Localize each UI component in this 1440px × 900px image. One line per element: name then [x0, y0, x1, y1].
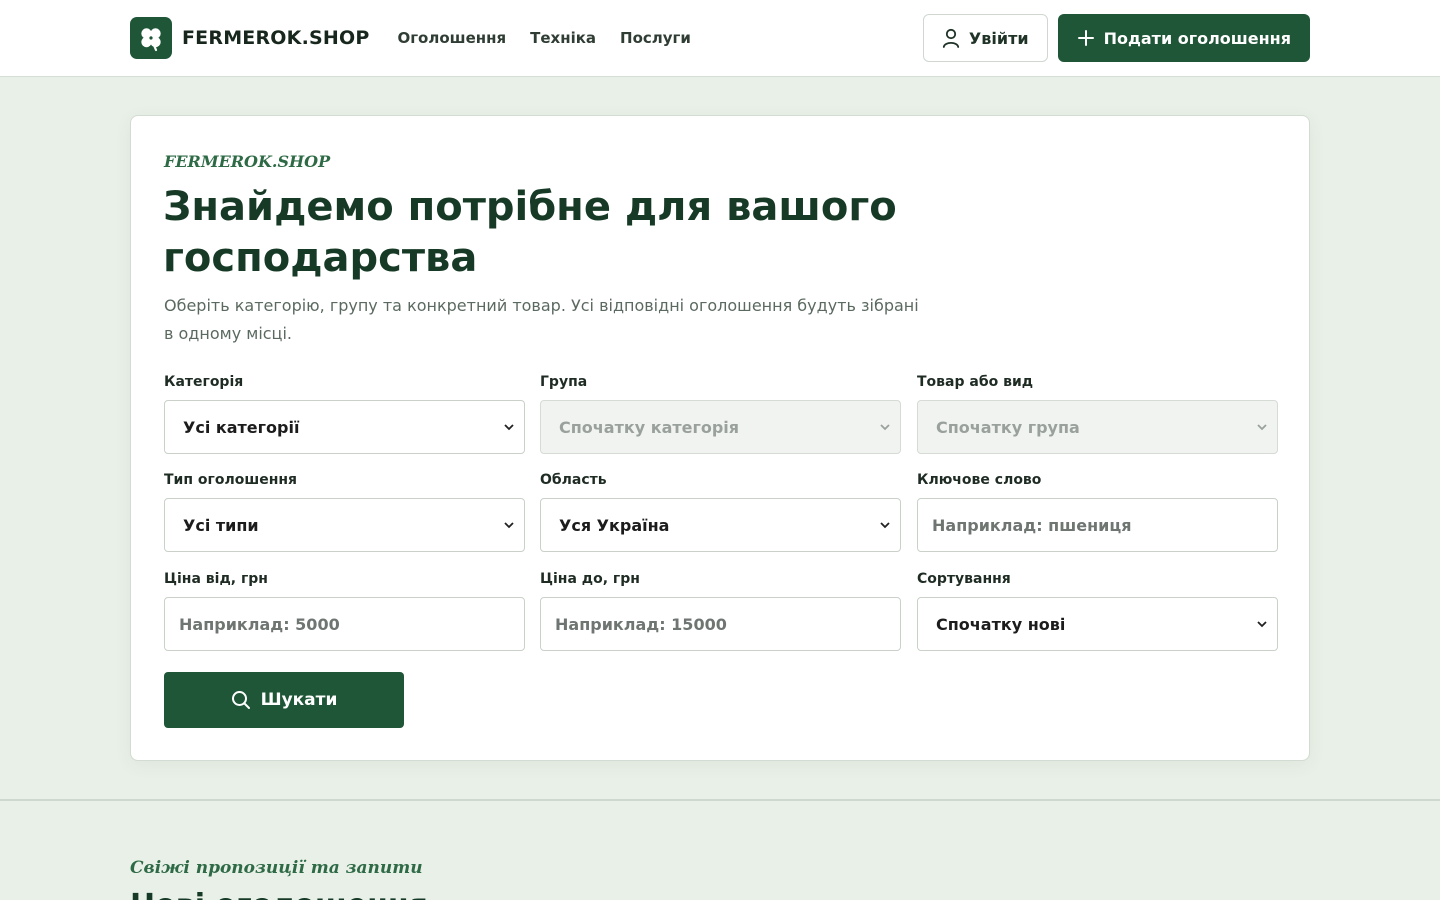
product-value: Спочатку група [936, 417, 1080, 437]
page-title: Знайдемо потрібне для вашого господарств… [163, 184, 897, 281]
search-card: FERMEROK.SHOP Знайдемо потрібне для вашо… [130, 115, 1310, 761]
main-nav: Оголошення Техніка Послуги [397, 29, 714, 47]
hero-eyebrow: FERMEROK.SHOP [164, 152, 331, 171]
keyword-input[interactable]: Наприклад: пшениця [917, 498, 1278, 552]
region-select[interactable]: Уся Україна [540, 498, 901, 552]
keyword-field: Ключове слово Наприклад: пшениця [917, 472, 1278, 552]
type-value: Усі типи [183, 515, 259, 535]
search-button[interactable]: Шукати [164, 672, 404, 728]
search-icon [231, 691, 250, 709]
nav-item-listings[interactable]: Оголошення [397, 29, 506, 47]
post-ad-button[interactable]: Подати оголошення [1057, 14, 1310, 62]
login-label: Увійти [968, 28, 1029, 48]
region-value: Уся Україна [559, 515, 670, 535]
keyword-label: Ключове слово [917, 472, 1042, 488]
type-field: Тип оголошення Усі типи [164, 472, 525, 552]
chevron-down-icon [504, 522, 514, 529]
category-select[interactable]: Усі категорії [164, 400, 525, 454]
header-left: FERMEROK.SHOP Оголошення Техніка Послуги [130, 17, 715, 59]
section-title: Нові оголошення [130, 888, 428, 900]
group-label: Група [540, 374, 588, 390]
brand-name: FERMEROK.SHOP [182, 27, 370, 49]
product-field: Товар або вид Спочатку група [917, 374, 1278, 454]
chevron-down-icon [880, 424, 890, 431]
search-label: Шукати [260, 690, 338, 710]
price-to-field: Ціна до, грн Наприклад: 15000 [540, 571, 901, 651]
sort-field: Сортування Спочатку нові [917, 571, 1278, 651]
keyword-placeholder: Наприклад: пшениця [932, 515, 1132, 535]
chevron-down-icon [1257, 621, 1267, 628]
site-header: FERMEROK.SHOP Оголошення Техніка Послуги… [0, 0, 1440, 77]
nav-item-services[interactable]: Послуги [620, 29, 691, 47]
chevron-down-icon [504, 424, 514, 431]
price-from-placeholder: Наприклад: 5000 [179, 614, 340, 634]
category-field: Категорія Усі категорії [164, 374, 525, 454]
region-field: Область Уся Україна [540, 472, 901, 552]
group-value: Спочатку категорія [559, 417, 740, 437]
group-select[interactable]: Спочатку категорія [540, 400, 901, 454]
section-eyebrow: Свіжі пропозиції та запити [130, 858, 423, 878]
product-select[interactable]: Спочатку група [917, 400, 1278, 454]
region-label: Область [540, 472, 607, 488]
price-from-field: Ціна від, грн Наприклад: 5000 [164, 571, 525, 651]
group-field: Група Спочатку категорія [540, 374, 901, 454]
user-icon [942, 28, 960, 48]
brand-link[interactable]: FERMEROK.SHOP [130, 17, 369, 59]
type-select[interactable]: Усі типи [164, 498, 525, 552]
clover-logo-icon [130, 17, 172, 59]
nav-item-machinery[interactable]: Техніка [530, 29, 596, 47]
chevron-down-icon [880, 522, 890, 529]
price-to-label: Ціна до, грн [540, 571, 640, 587]
price-to-placeholder: Наприклад: 15000 [555, 614, 727, 634]
type-label: Тип оголошення [164, 472, 298, 488]
price-to-input[interactable]: Наприклад: 15000 [540, 597, 901, 651]
price-from-input[interactable]: Наприклад: 5000 [164, 597, 525, 651]
sort-value: Спочатку нові [936, 614, 1066, 634]
section-divider [0, 799, 1440, 801]
category-value: Усі категорії [183, 417, 300, 437]
login-button[interactable]: Увійти [922, 14, 1048, 62]
chevron-down-icon [1257, 424, 1267, 431]
hero-subtitle: Оберіть категорію, групу та конкретний т… [164, 296, 919, 343]
header-actions: Увійти Подати оголошення [922, 14, 1310, 62]
product-label: Товар або вид [917, 374, 1034, 390]
header-inner: FERMEROK.SHOP Оголошення Техніка Послуги… [130, 0, 1310, 76]
sort-select[interactable]: Спочатку нові [917, 597, 1278, 651]
category-label: Категорія [164, 374, 244, 390]
price-from-label: Ціна від, грн [164, 571, 268, 587]
sort-label: Сортування [917, 571, 1011, 587]
post-ad-label: Подати оголошення [1103, 28, 1291, 48]
plus-icon [1077, 30, 1094, 46]
